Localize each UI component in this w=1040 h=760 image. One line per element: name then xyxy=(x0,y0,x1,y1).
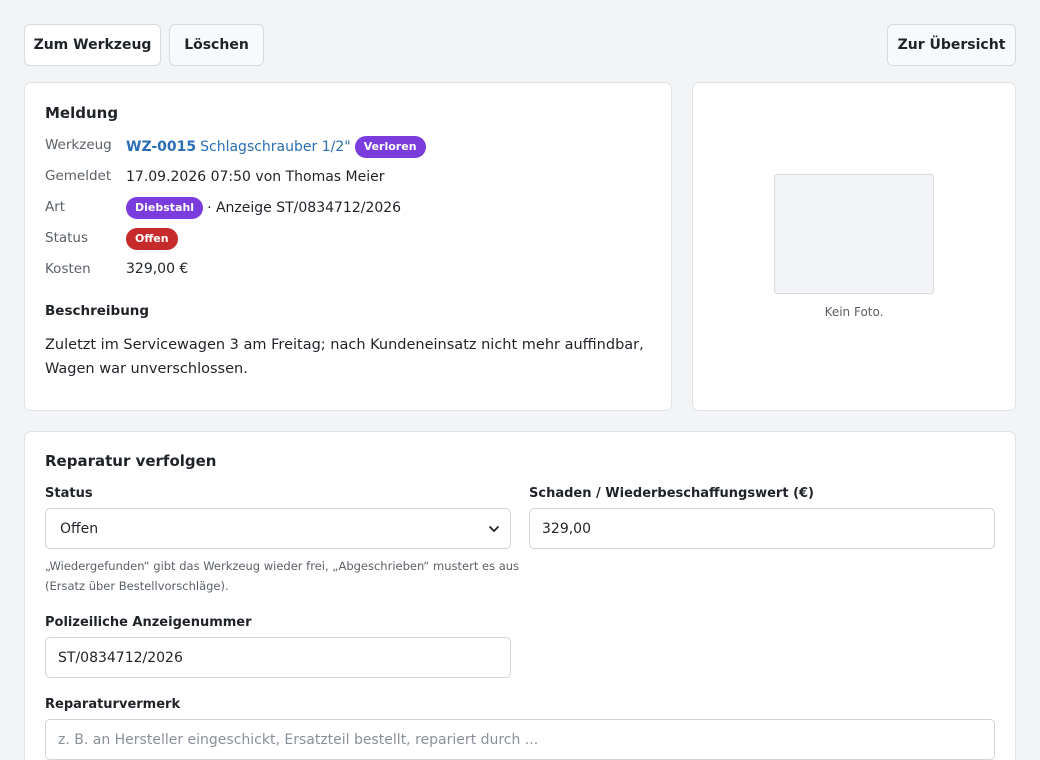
damage-input[interactable] xyxy=(529,508,995,549)
overview-button[interactable]: Zur Übersicht xyxy=(887,24,1016,66)
lost-badge: Verloren xyxy=(354,136,426,158)
note-field-label: Reparaturvermerk xyxy=(45,697,181,712)
status-value: Offen xyxy=(126,228,178,250)
status-field-label: Status xyxy=(45,486,93,501)
status-hint: „Wiedergefunden“ gibt das Werkzeug wiede… xyxy=(45,559,520,593)
type-value: Diebstahl · Anzeige ST/0834712/2026 xyxy=(126,197,401,219)
photo-card: Kein Foto. xyxy=(692,82,1016,411)
chevron-down-icon xyxy=(489,525,499,532)
damage-field-label: Schaden / Wiederbeschaffungswert (€) xyxy=(529,486,815,501)
repair-title: Reparatur verfolgen xyxy=(45,452,217,470)
cost-label: Kosten xyxy=(45,261,91,277)
police-field-label: Polizeiliche Anzeigenummer xyxy=(45,615,252,630)
police-number-input[interactable] xyxy=(45,637,511,678)
report-title: Meldung xyxy=(45,104,119,122)
to-tool-button[interactable]: Zum Werkzeug xyxy=(24,24,161,66)
status-select-value: Offen xyxy=(60,520,99,537)
tool-name-link[interactable]: Schlagschrauber 1/2" xyxy=(200,139,351,155)
repair-card: Reparatur verfolgen Status Offen „Wieder… xyxy=(24,431,1016,760)
description-text: Zuletzt im Servicewagen 3 am Freitag; na… xyxy=(45,337,644,377)
photo-caption: Kein Foto. xyxy=(824,305,884,319)
tool-value: WZ-0015 Schlagschrauber 1/2" Verloren xyxy=(126,136,426,158)
report-card: Meldung Werkzeug WZ-0015 Schlagschrauber… xyxy=(24,82,672,411)
report-number-text: · Anzeige ST/0834712/2026 xyxy=(207,200,402,216)
cost-value: 329,00 € xyxy=(126,261,189,277)
tool-code-link[interactable]: WZ-0015 xyxy=(126,139,196,155)
photo-placeholder xyxy=(774,174,934,294)
delete-button[interactable]: Löschen xyxy=(169,24,264,66)
type-label: Art xyxy=(45,199,66,215)
status-badge: Offen xyxy=(126,228,178,250)
status-label: Status xyxy=(45,230,89,246)
status-select[interactable]: Offen xyxy=(45,508,511,549)
tool-label: Werkzeug xyxy=(45,137,112,153)
theft-badge: Diebstahl xyxy=(126,197,204,219)
repair-note-input[interactable] xyxy=(45,719,995,760)
description-title: Beschreibung xyxy=(45,303,150,319)
reported-value: 17.09.2026 07:50 von Thomas Meier xyxy=(126,169,385,185)
reported-label: Gemeldet xyxy=(45,168,112,184)
